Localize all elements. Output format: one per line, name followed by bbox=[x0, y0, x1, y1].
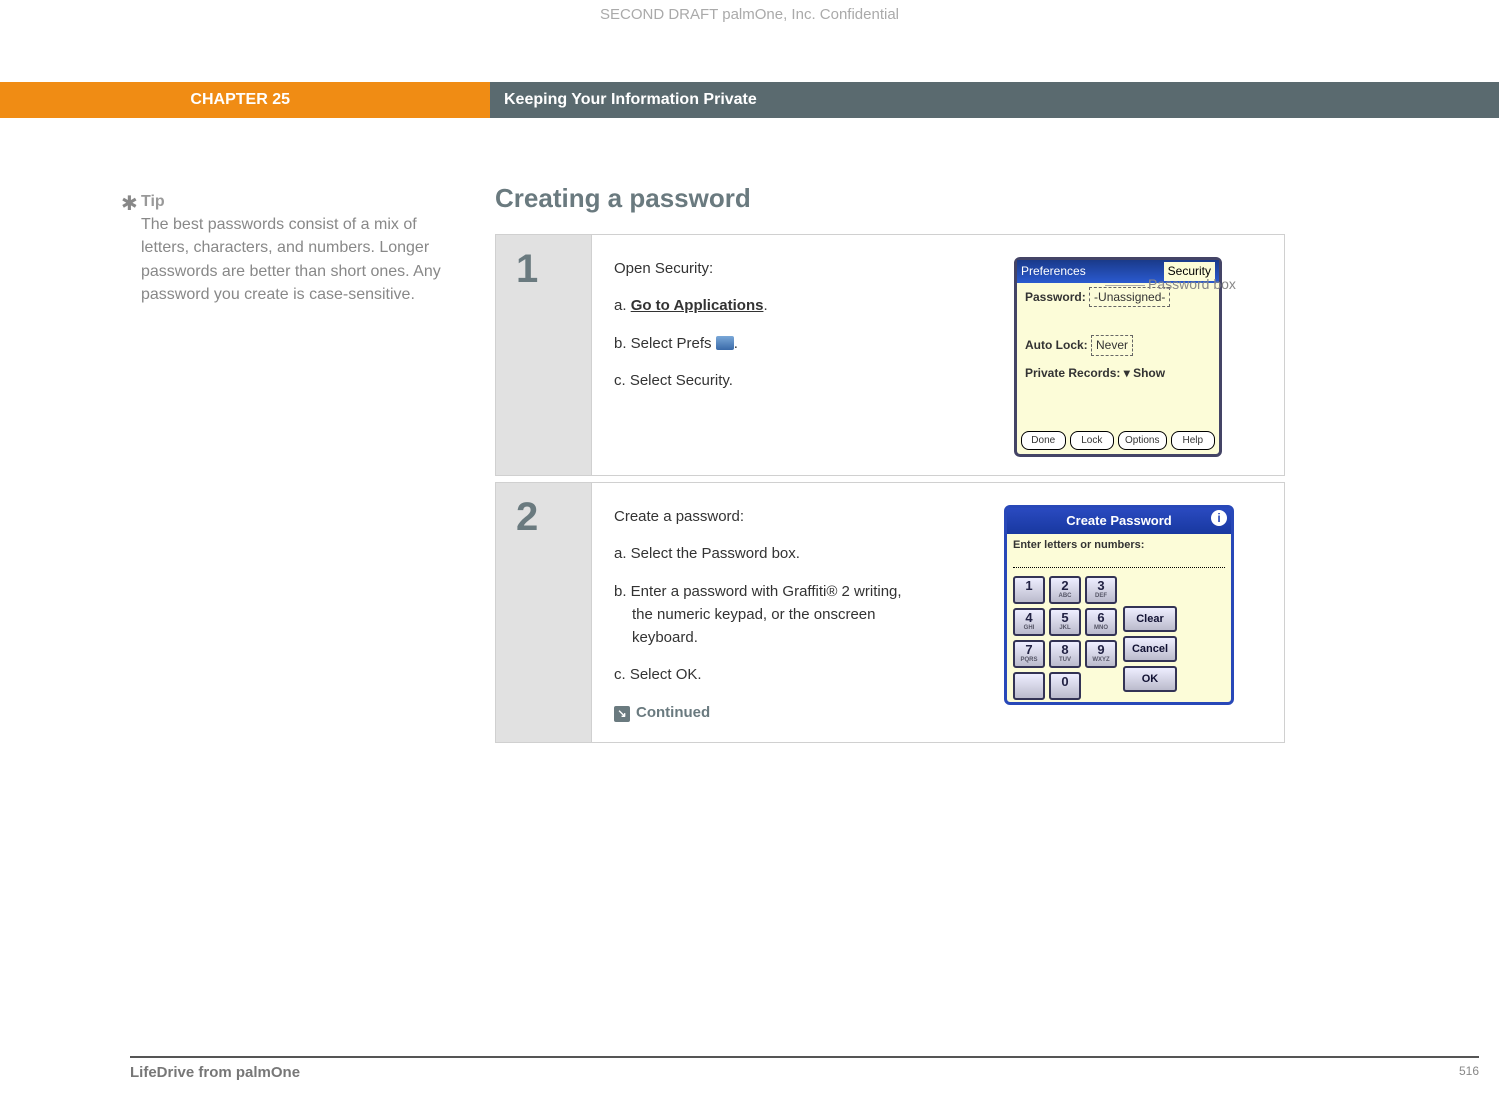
numeric-keypad: 1 2ABC 3DEF 4GHI 5JKL 6MNO 7PQRS 8TUV 9W… bbox=[1013, 576, 1117, 700]
chapter-label: CHAPTER 25 bbox=[0, 82, 490, 118]
tip-body: The best passwords consist of a mix of l… bbox=[141, 216, 441, 303]
clear-button[interactable]: Clear bbox=[1123, 606, 1177, 632]
callout-line bbox=[1105, 285, 1145, 286]
key-2[interactable]: 2ABC bbox=[1049, 576, 1081, 604]
step-text: Open Security: a. Go to Applications. b.… bbox=[614, 257, 914, 457]
password-box-callout: Password box bbox=[1148, 276, 1236, 292]
page-number: 516 bbox=[1459, 1064, 1479, 1081]
go-to-applications-link[interactable]: Go to Applications bbox=[631, 297, 764, 314]
password-input[interactable] bbox=[1013, 554, 1225, 568]
key-1[interactable]: 1 bbox=[1013, 576, 1045, 604]
autolock-label: Auto Lock: bbox=[1025, 338, 1088, 352]
continued-label: Continued bbox=[636, 704, 710, 721]
device-button-row: Done Lock Options Help bbox=[1021, 431, 1215, 451]
key-0[interactable]: 0 bbox=[1049, 672, 1081, 700]
key-3[interactable]: 3DEF bbox=[1085, 576, 1117, 604]
step-text: Create a password: a. Select the Passwor… bbox=[614, 505, 914, 724]
continued-indicator: ↘ Continued bbox=[614, 701, 914, 724]
autolock-row: Auto Lock: Never bbox=[1017, 331, 1219, 360]
lock-button[interactable]: Lock bbox=[1070, 431, 1115, 451]
autolock-box[interactable]: Never bbox=[1091, 335, 1133, 356]
step-intro: Create a password: bbox=[614, 505, 914, 528]
step-item-a: a. Select the Password box. bbox=[614, 542, 914, 565]
step-item-c: c. Select OK. bbox=[614, 663, 914, 686]
step-intro: Open Security: bbox=[614, 257, 914, 280]
key-5[interactable]: 5JKL bbox=[1049, 608, 1081, 636]
tip-asterisk-icon: ✱ bbox=[121, 190, 138, 219]
header-bar: CHAPTER 25 Keeping Your Information Priv… bbox=[0, 82, 1499, 118]
step-body: Open Security: a. Go to Applications. b.… bbox=[591, 235, 1284, 475]
device-screenshot-create-password: Create Password i Enter letters or numbe… bbox=[1004, 505, 1234, 705]
step-item-b: b. Enter a password with Graffiti® 2 wri… bbox=[614, 580, 914, 650]
key-4[interactable]: 4GHI bbox=[1013, 608, 1045, 636]
device-titlebar: Create Password i bbox=[1007, 508, 1231, 534]
key-7[interactable]: 7PQRS bbox=[1013, 640, 1045, 668]
step-body: Create a password: a. Select the Passwor… bbox=[591, 483, 1284, 742]
device-title: Create Password bbox=[1066, 513, 1172, 528]
private-records-value[interactable]: Show bbox=[1133, 366, 1165, 380]
keypad-area: 1 2ABC 3DEF 4GHI 5JKL 6MNO 7PQRS 8TUV 9W… bbox=[1007, 572, 1231, 704]
confidential-header: SECOND DRAFT palmOne, Inc. Confidential bbox=[0, 6, 1499, 23]
private-records-label: Private Records: bbox=[1025, 366, 1120, 380]
page-heading: Creating a password bbox=[495, 183, 1285, 214]
key-8[interactable]: 8TUV bbox=[1049, 640, 1081, 668]
tip-label: Tip bbox=[141, 193, 165, 210]
help-button[interactable]: Help bbox=[1171, 431, 1216, 451]
device-title-left: Preferences bbox=[1021, 262, 1086, 281]
prefs-icon bbox=[716, 336, 734, 350]
item-prefix: b. Select Prefs bbox=[614, 335, 716, 352]
ok-button[interactable]: OK bbox=[1123, 666, 1177, 692]
step-number: 2 bbox=[496, 483, 591, 742]
continued-arrow-icon: ↘ bbox=[614, 706, 630, 722]
item-suffix: . bbox=[763, 297, 767, 314]
main-content: Creating a password 1 Open Security: a. … bbox=[495, 183, 1285, 749]
step-number: 1 bbox=[496, 235, 591, 475]
key-blank[interactable] bbox=[1013, 672, 1045, 700]
item-prefix: a. bbox=[614, 297, 631, 314]
password-label: Password: bbox=[1025, 290, 1086, 304]
step-row: 2 Create a password: a. Select the Passw… bbox=[495, 482, 1285, 743]
done-button[interactable]: Done bbox=[1021, 431, 1066, 451]
footer-product: LifeDrive from palmOne bbox=[130, 1064, 300, 1081]
key-9[interactable]: 9WXYZ bbox=[1085, 640, 1117, 668]
section-title: Keeping Your Information Private bbox=[490, 82, 1499, 118]
footer: LifeDrive from palmOne 516 bbox=[130, 1056, 1479, 1081]
step-item-a: a. Go to Applications. bbox=[614, 294, 914, 317]
item-suffix: . bbox=[734, 335, 738, 352]
info-icon[interactable]: i bbox=[1211, 510, 1227, 526]
dropdown-arrow-icon: ▾ bbox=[1124, 366, 1133, 380]
tip-sidebar: ✱ Tip The best passwords consist of a mi… bbox=[141, 190, 441, 306]
side-buttons: Clear Cancel OK bbox=[1123, 606, 1177, 700]
step-item-c: c. Select Security. bbox=[614, 369, 914, 392]
private-records-row: Private Records: ▾ Show bbox=[1017, 360, 1219, 387]
password-prompt: Enter letters or numbers: bbox=[1007, 534, 1231, 554]
step-row: 1 Open Security: a. Go to Applications. … bbox=[495, 234, 1285, 476]
step-item-b: b. Select Prefs . bbox=[614, 332, 914, 355]
key-6[interactable]: 6MNO bbox=[1085, 608, 1117, 636]
cancel-button[interactable]: Cancel bbox=[1123, 636, 1177, 662]
options-button[interactable]: Options bbox=[1118, 431, 1166, 451]
